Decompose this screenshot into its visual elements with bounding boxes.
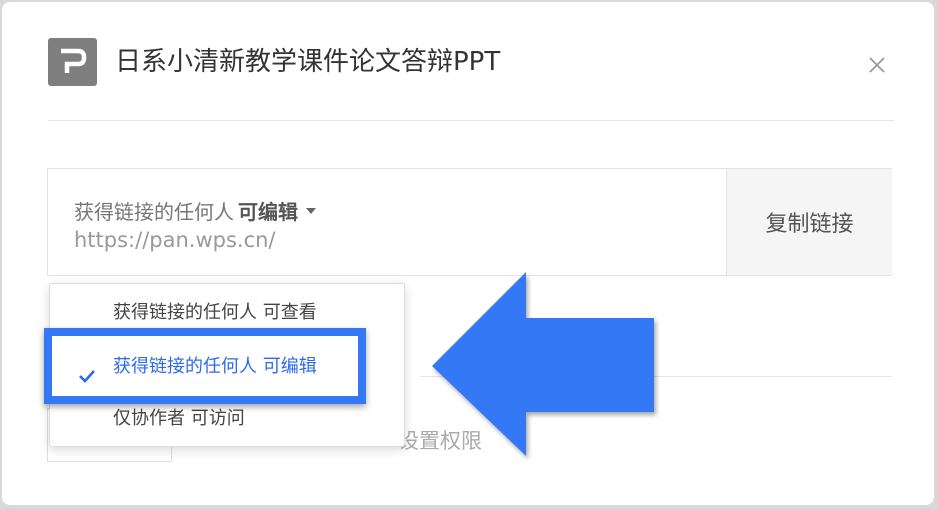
permission-prefix: 获得链接的任何人: [74, 200, 234, 224]
dropdown-option-view[interactable]: 获得链接的任何人 可查看: [50, 293, 404, 333]
share-url: https://pan.wps.cn/: [74, 228, 276, 252]
highlight-box: [44, 328, 366, 404]
wps-presentation-icon: [48, 38, 97, 86]
dialog-title: 日系小清新教学课件论文答辩PPT: [115, 47, 501, 77]
option-label: 获得链接的任何人 可查看: [113, 302, 317, 323]
option-label: 仅协作者 可访问: [113, 408, 245, 429]
copy-link-button[interactable]: 复制链接: [726, 169, 892, 275]
caret-down-icon: [306, 207, 316, 214]
left-arrow-icon: [432, 272, 654, 456]
dropdown-option-collaborators[interactable]: 仅协作者 可访问: [50, 399, 404, 439]
permission-value: 可编辑: [238, 200, 298, 224]
share-link-box: 获得链接的任何人 可编辑 https://pan.wps.cn/ 复制链接: [47, 168, 892, 276]
permission-selector[interactable]: 获得链接的任何人 可编辑: [74, 196, 316, 225]
header-divider: [48, 120, 894, 121]
close-icon[interactable]: [864, 52, 890, 78]
